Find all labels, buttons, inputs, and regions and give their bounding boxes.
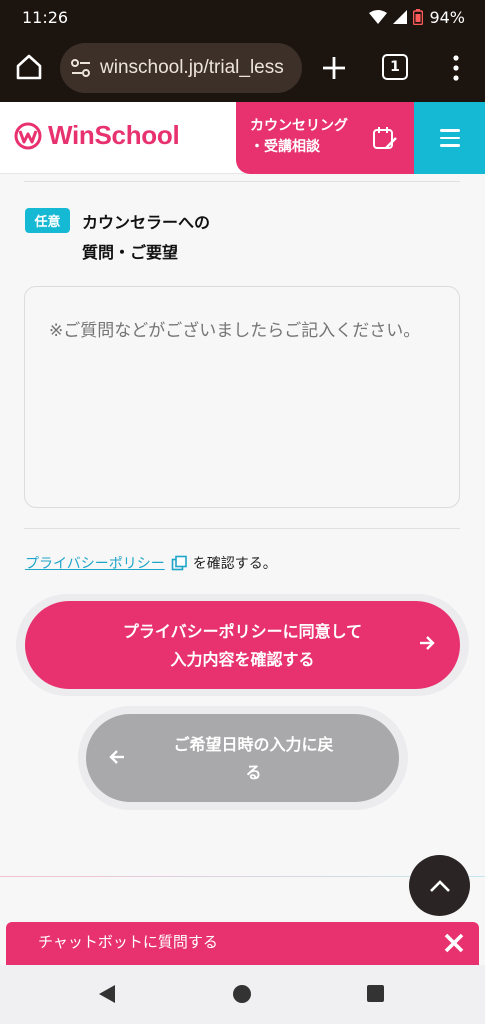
menu-line — [439, 144, 460, 147]
tab-switcher-button[interactable]: 1 — [382, 54, 408, 80]
back-button[interactable]: ご希望日時の入力に戻 る — [86, 714, 399, 802]
field-label-line2: 質問・ご要望 — [82, 243, 179, 262]
question-textarea[interactable] — [24, 286, 460, 508]
confirm-label-line2: 入力内容を確認する — [170, 650, 315, 669]
scroll-to-top-button[interactable] — [409, 855, 470, 916]
privacy-row: プライバシーポリシー を確認する。 — [25, 553, 277, 573]
counseling-button[interactable]: カウンセリング ・受講相談 — [236, 102, 414, 174]
logo-text: WinSchool — [48, 120, 180, 150]
tab-count: 1 — [390, 59, 400, 75]
menu-line — [439, 136, 460, 140]
nav-home-icon[interactable] — [233, 985, 251, 1003]
system-nav-bar — [0, 965, 485, 1024]
arrow-right-icon — [420, 636, 435, 650]
confirm-button[interactable]: プライバシーポリシーに同意して 入力内容を確認する — [25, 601, 460, 689]
close-icon[interactable] — [443, 932, 465, 954]
calendar-edit-icon — [373, 127, 397, 149]
menu-line — [439, 129, 460, 132]
confirm-label-line1: プライバシーポリシーに同意して — [122, 622, 363, 641]
nav-back-icon[interactable] — [98, 984, 116, 1004]
status-bar: 11:26 94% — [0, 0, 485, 34]
url-text: winschool.jp/trial_less — [100, 57, 284, 78]
status-icons: 94% — [369, 8, 465, 27]
back-label-line1: ご希望日時の入力に戻 — [173, 735, 334, 754]
optional-badge: 任意 — [25, 208, 70, 233]
logo-mark-icon — [14, 122, 42, 149]
hamburger-menu-button[interactable] — [414, 102, 485, 174]
new-tab-icon[interactable] — [318, 52, 350, 84]
home-icon[interactable] — [14, 52, 44, 82]
privacy-suffix-text: を確認する。 — [192, 556, 277, 572]
field-label-line1: カウンセラーへの — [82, 213, 211, 232]
chatbot-bar[interactable]: チャットボットに質問する — [6, 922, 479, 965]
signal-icon — [393, 10, 408, 24]
address-bar[interactable]: winschool.jp/trial_less — [60, 43, 302, 93]
status-time: 11:26 — [22, 7, 69, 27]
field-label: カウンセラーへの 質問・ご要望 — [82, 208, 210, 268]
privacy-policy-link[interactable]: プライバシーポリシー — [25, 553, 165, 573]
chatbot-label: チャットボットに質問する — [38, 933, 218, 951]
more-menu-icon[interactable] — [446, 52, 466, 84]
arrow-left-icon — [109, 750, 124, 764]
site-settings-icon[interactable] — [70, 58, 92, 78]
browser-toolbar: winschool.jp/trial_less 1 — [0, 34, 485, 102]
divider — [24, 528, 460, 529]
battery-percent: 94% — [429, 7, 465, 27]
external-link-icon[interactable] — [171, 555, 187, 571]
nav-recents-icon[interactable] — [367, 985, 384, 1002]
wifi-icon — [369, 10, 388, 24]
battery-icon — [413, 9, 424, 25]
back-label-line2: る — [245, 763, 262, 782]
chevron-up-icon — [429, 879, 450, 892]
divider — [24, 181, 460, 182]
site-header: WinSchool カウンセリング ・受講相談 — [0, 102, 485, 174]
site-logo[interactable]: WinSchool — [14, 120, 180, 151]
